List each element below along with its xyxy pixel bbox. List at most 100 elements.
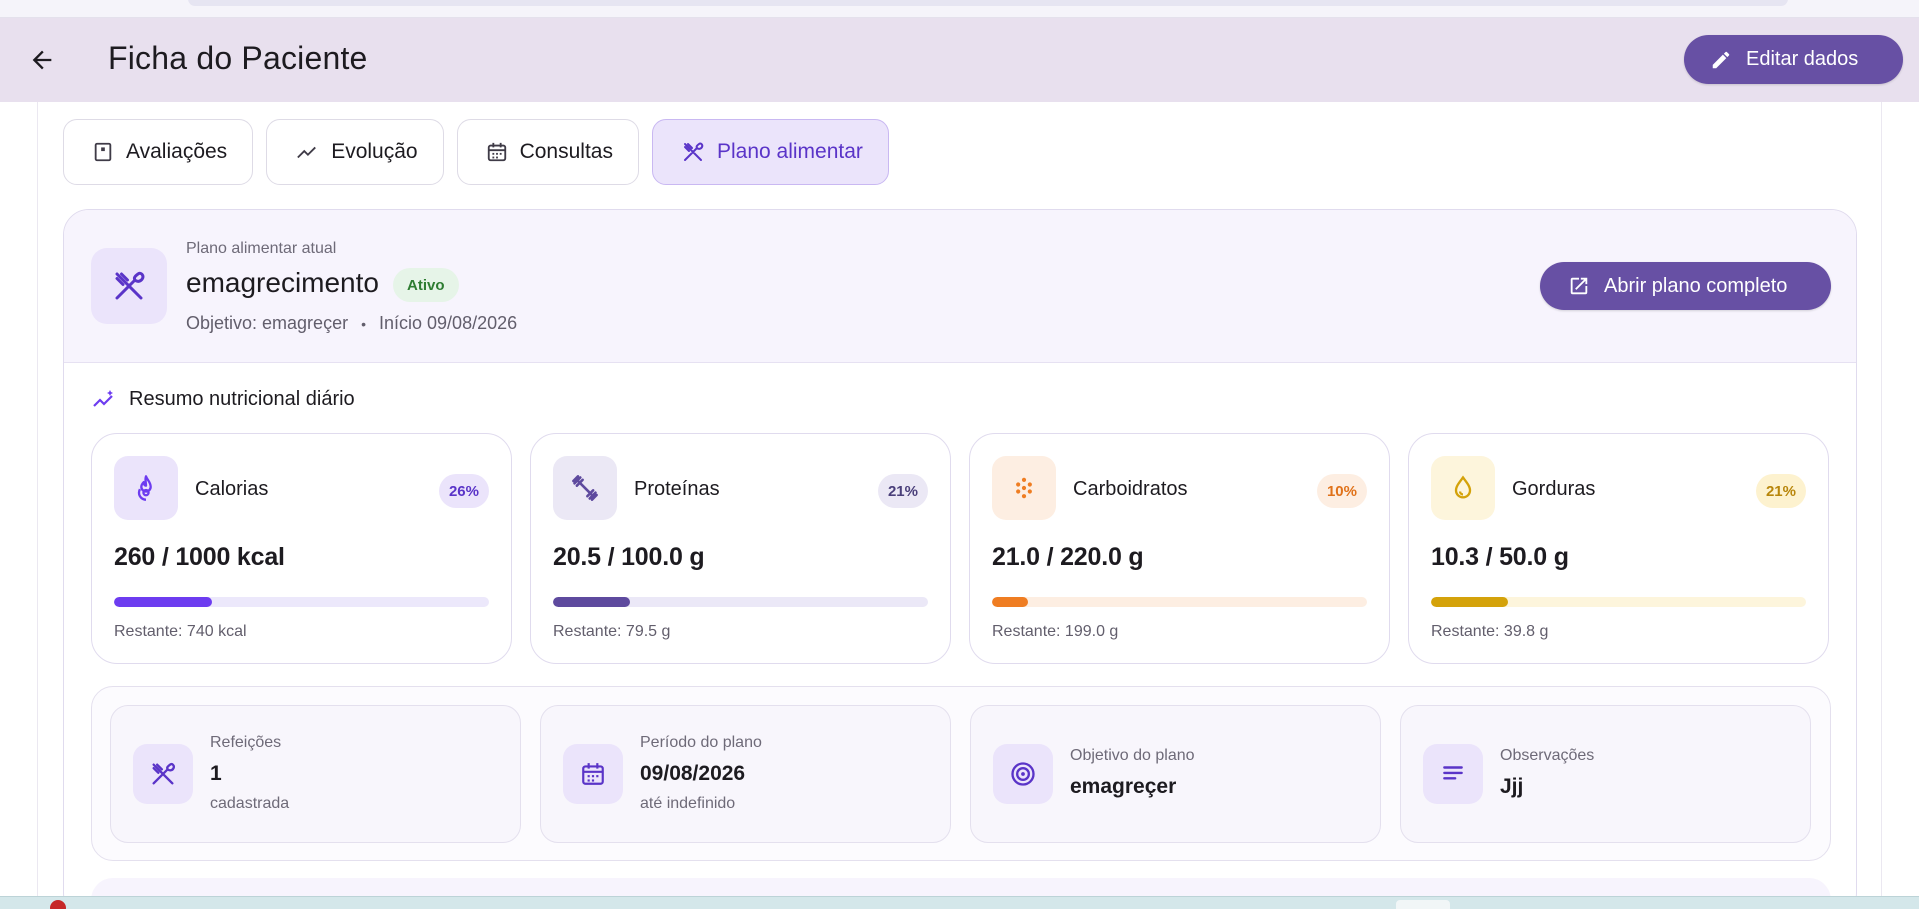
macro-progress-track <box>114 597 489 607</box>
target-icon <box>1011 762 1035 786</box>
macro-card-calorias: Calorias 26% 260 / 1000 kcal Restante: 7… <box>91 433 512 664</box>
info-value: 1 <box>210 762 222 785</box>
info-card-periodo: Período do plano 09/08/2026 até indefini… <box>540 705 951 843</box>
macro-icon-box <box>553 456 617 520</box>
summary-title-text: Resumo nutricional diário <box>129 387 355 410</box>
calendar-icon <box>487 142 506 162</box>
pencil-icon <box>1712 51 1730 68</box>
info-sub: até indefinido <box>640 795 736 812</box>
macro-card-carboidratos: Carboidratos 10% 21.0 / 220.0 g Restante… <box>969 433 1390 664</box>
app-bar: Ficha do Paciente Editar dados <box>0 18 1919 102</box>
meal-plan-objective: Objetivo: emagreçer <box>186 313 349 333</box>
tab-evolucao[interactable]: Evolução <box>266 119 444 185</box>
macro-percent-badge: 21% <box>877 474 928 508</box>
info-card-observacoes: Observações Jjj <box>1400 705 1811 843</box>
nutrition-summary-title: Resumo nutricional diário <box>91 387 355 411</box>
info-label: Período do plano <box>640 734 762 751</box>
arrow-back-icon <box>32 50 52 70</box>
info-icon-box <box>563 744 623 804</box>
meal-plan-meta: Objetivo: emagreçer • Início 09/08/2026 <box>186 313 517 334</box>
macro-name: Calorias <box>195 478 269 500</box>
macro-value: 20.5 / 100.0 g <box>553 543 705 571</box>
info-icon-box <box>133 744 193 804</box>
info-icon-box <box>1423 744 1483 804</box>
info-label: Refeições <box>210 734 282 751</box>
macro-card-proteinas: Proteínas 21% 20.5 / 100.0 g Restante: 7… <box>530 433 951 664</box>
macro-progress-track <box>1431 597 1806 607</box>
back-button[interactable] <box>22 42 62 78</box>
macro-remaining: Restante: 740 kcal <box>114 623 247 640</box>
open-external-icon <box>1570 277 1588 295</box>
info-card-refeicoes: Refeições 1 cadastrada <box>110 705 521 843</box>
notes-icon <box>1443 766 1463 780</box>
page-title: Ficha do Paciente <box>108 40 368 76</box>
address-bar-edge[interactable] <box>188 0 1788 6</box>
drop-icon <box>1454 475 1472 499</box>
meal-plan-start: Início 09/08/2026 <box>379 313 518 333</box>
info-label: Objetivo do plano <box>1070 747 1195 764</box>
utensils-icon <box>115 271 145 300</box>
macro-name: Carboidratos <box>1073 478 1188 500</box>
meta-separator: • <box>361 316 366 332</box>
patient-tabs: Avaliações Evolução Consultas Plano alim… <box>63 119 889 185</box>
macro-name: Proteínas <box>634 478 720 500</box>
macro-percent-badge: 10% <box>1316 474 1367 508</box>
info-card-objetivo: Objetivo do plano emagreçer <box>970 705 1381 843</box>
meal-plan-card: Plano alimentar atual emagrecimento Ativ… <box>63 209 1857 909</box>
info-value: 09/08/2026 <box>640 762 746 785</box>
trending-up-icon <box>297 146 317 159</box>
tab-label: Plano alimentar <box>716 140 863 163</box>
flame-icon <box>137 475 152 501</box>
utensils-icon <box>152 762 175 785</box>
macro-progress-fill <box>553 597 630 607</box>
tab-label: Avaliações <box>126 140 228 163</box>
macro-progress-track <box>992 597 1367 607</box>
info-sub: cadastrada <box>210 795 290 812</box>
macro-progress-fill <box>114 597 212 607</box>
notification-icon[interactable] <box>50 900 66 909</box>
macro-icon-box <box>114 456 178 520</box>
dumbbell-icon <box>572 475 598 501</box>
macro-remaining: Restante: 39.8 g <box>1431 623 1549 640</box>
grain-icon <box>1016 477 1032 499</box>
assessment-icon <box>94 142 112 162</box>
info-value: emagreçer <box>1070 775 1177 798</box>
utensils-icon <box>683 142 704 161</box>
meal-plan-name: emagrecimento <box>186 267 379 298</box>
taskbar-item[interactable] <box>1396 900 1450 909</box>
edit-data-label: Editar dados <box>1746 48 1859 70</box>
macro-remaining: Restante: 199.0 g <box>992 623 1119 640</box>
macro-card-gorduras: Gorduras 21% 10.3 / 50.0 g Restante: 39.… <box>1408 433 1829 664</box>
sparkle-chart-icon <box>93 390 113 407</box>
macro-percent-badge: 21% <box>1755 474 1806 508</box>
tab-plano-alimentar[interactable]: Plano alimentar <box>651 119 889 185</box>
macro-remaining: Restante: 79.5 g <box>553 623 671 640</box>
info-value: Jjj <box>1500 775 1524 798</box>
macro-progress-fill <box>1431 597 1509 607</box>
meal-plan-icon-box <box>91 248 167 324</box>
tab-label: Evolução <box>331 140 418 163</box>
meal-plan-header: Plano alimentar atual emagrecimento Ativ… <box>64 210 1856 363</box>
open-full-plan-button[interactable]: Abrir plano completo <box>1540 262 1831 310</box>
macro-value: 260 / 1000 kcal <box>114 543 285 571</box>
macro-icon-box <box>992 456 1056 520</box>
meal-plan-label: Plano alimentar atual <box>186 240 337 257</box>
macro-value: 10.3 / 50.0 g <box>1431 543 1569 571</box>
edit-data-button[interactable]: Editar dados <box>1684 35 1903 84</box>
tab-avaliacoes[interactable]: Avaliações <box>63 119 254 185</box>
macro-progress-track <box>553 597 928 607</box>
browser-top-strip <box>0 0 1919 18</box>
macro-value: 21.0 / 220.0 g <box>992 543 1144 571</box>
info-label: Observações <box>1500 747 1595 764</box>
info-icon-box <box>993 744 1053 804</box>
macro-progress-fill <box>992 597 1028 607</box>
macro-percent-badge: 26% <box>438 474 489 508</box>
taskbar <box>0 896 1919 909</box>
macro-icon-box <box>1431 456 1495 520</box>
open-full-plan-label: Abrir plano completo <box>1604 274 1788 297</box>
tab-label: Consultas <box>519 140 613 163</box>
macro-name: Gorduras <box>1512 478 1596 500</box>
plan-info-section: Refeições 1 cadastrada Período do plano … <box>91 686 1831 861</box>
calendar-icon <box>582 763 604 785</box>
tab-consultas[interactable]: Consultas <box>456 119 639 185</box>
